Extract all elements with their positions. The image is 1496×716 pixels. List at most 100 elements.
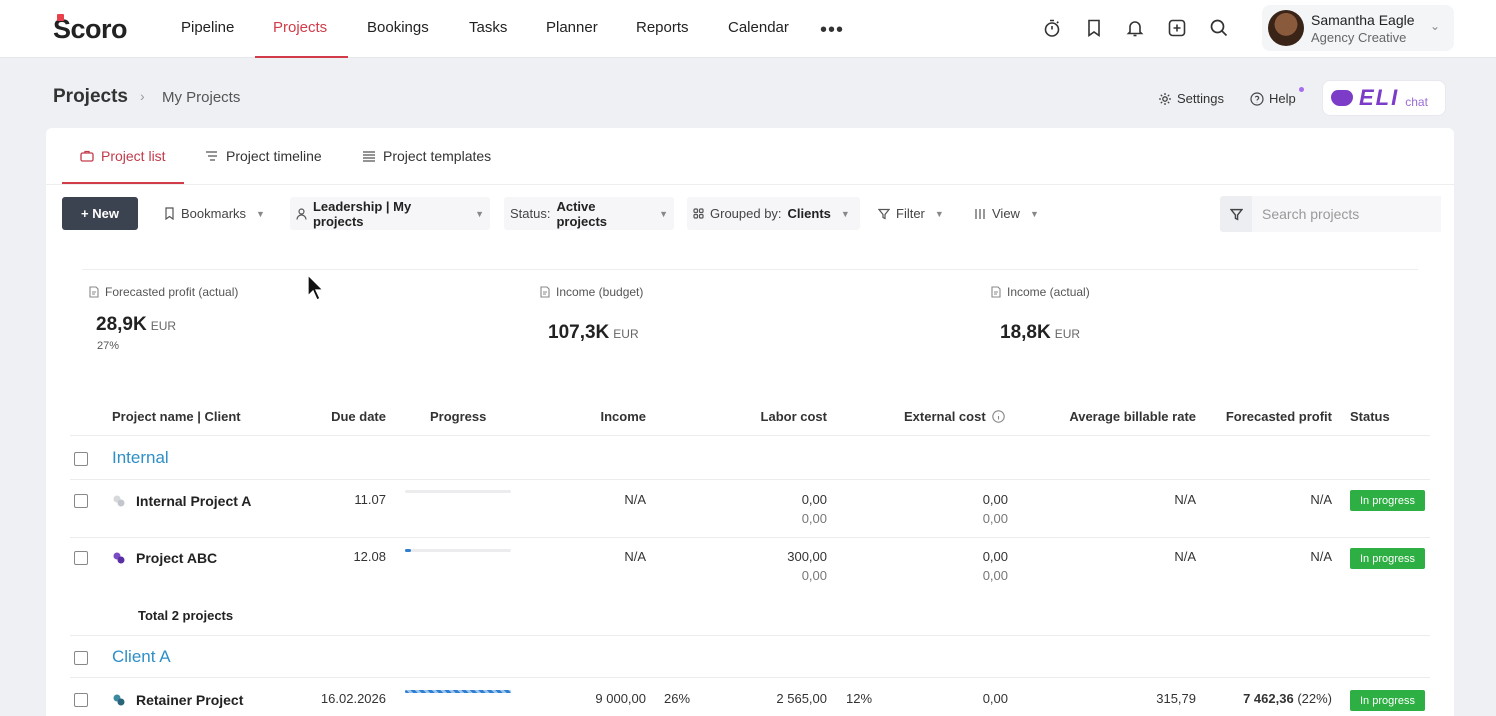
row-divider <box>70 537 1430 538</box>
column-header-due-date[interactable]: Due date <box>286 409 386 424</box>
briefcase-icon <box>80 150 94 162</box>
status-badge[interactable]: In progress <box>1350 490 1425 511</box>
eli-chat-label: chat <box>1405 95 1428 109</box>
project-link[interactable]: Project ABC <box>112 550 217 566</box>
income: 9 000,00 <box>595 691 646 706</box>
bell-icon[interactable] <box>1124 17 1146 39</box>
nav-tasks[interactable]: Tasks <box>469 0 507 58</box>
stat-label-forecasted-profit: Forecasted profit (actual) <box>88 285 238 299</box>
view-dropdown[interactable]: View ▼ <box>968 197 1045 230</box>
column-header-status[interactable]: Status <box>1350 409 1390 424</box>
group-checkbox[interactable] <box>74 651 88 665</box>
stat-unit: EUR <box>613 327 639 341</box>
nav-planner[interactable]: Planner <box>546 0 598 58</box>
scoro-logo[interactable]: Scoro <box>53 14 128 44</box>
new-project-button[interactable]: + New <box>62 197 138 230</box>
user-organization: Agency Creative <box>1311 30 1407 45</box>
group-by-dropdown[interactable]: Grouped by: Clients ▼ <box>687 197 860 230</box>
column-header-progress[interactable]: Progress <box>430 409 486 424</box>
eli-chat-button[interactable]: ELI chat <box>1322 80 1446 116</box>
search-filter-toggle[interactable] <box>1220 196 1252 232</box>
user-icon <box>296 207 307 220</box>
nav-calendar[interactable]: Calendar <box>728 0 789 58</box>
status-filter-dropdown[interactable]: Status: Active projects ▼ <box>504 197 674 230</box>
stat-number: 28,9K <box>96 314 147 335</box>
forecasted-profit: N/A <box>1310 549 1332 564</box>
row-divider <box>70 677 1430 678</box>
external-cost: 0,00 <box>982 492 1008 507</box>
header-divider <box>70 435 1430 436</box>
row-checkbox[interactable] <box>74 693 88 707</box>
labor-cost: 2 565,00 <box>776 691 827 706</box>
column-header-project[interactable]: Project name | Client <box>112 409 241 424</box>
stopwatch-icon[interactable] <box>1041 17 1063 39</box>
bookmark-icon[interactable] <box>1083 17 1105 39</box>
project-purple-icon <box>113 552 125 564</box>
status-badge[interactable]: In progress <box>1350 690 1425 711</box>
group-title-internal[interactable]: Internal <box>112 448 169 468</box>
help-label: Help <box>1269 91 1296 106</box>
due-date: 11.07 <box>354 492 386 507</box>
group-title-client-a[interactable]: Client A <box>112 647 171 667</box>
nav-projects[interactable]: Projects <box>273 0 327 58</box>
forecasted-profit: N/A <box>1310 492 1332 507</box>
filter-dropdown[interactable]: Filter ▼ <box>872 197 950 230</box>
user-menu[interactable]: Samantha Eagle Agency Creative ⌄ <box>1262 5 1454 51</box>
column-header-avg-rate[interactable]: Average billable rate <box>1046 409 1196 424</box>
column-header-income[interactable]: Income <box>546 409 646 424</box>
filter-label: Filter <box>896 206 925 221</box>
progress-bar <box>405 549 511 552</box>
stat-number: 107,3K <box>548 322 610 343</box>
labor-cost-percent: 12% <box>846 691 873 706</box>
status-badge[interactable]: In progress <box>1350 548 1425 569</box>
search-projects-input[interactable] <box>1252 196 1441 232</box>
divider <box>82 269 1418 270</box>
add-square-icon[interactable] <box>1166 17 1188 39</box>
search-icon[interactable] <box>1208 17 1230 39</box>
row-checkbox[interactable] <box>74 551 88 565</box>
tab-project-list[interactable]: Project list <box>80 148 166 164</box>
project-name: Project ABC <box>136 550 218 566</box>
chevron-down-icon: ⌄ <box>1430 19 1441 33</box>
eli-logo-text: ELI <box>1359 85 1400 110</box>
column-header-forecasted-profit[interactable]: Forecasted profit <box>1216 409 1332 424</box>
group-checkbox[interactable] <box>74 452 88 466</box>
status-filter-label: Status: <box>510 206 551 221</box>
caret-down-icon: ▼ <box>475 208 484 219</box>
column-header-labor-cost[interactable]: Labor cost <box>706 409 827 424</box>
project-name: Retainer Project <box>136 692 244 708</box>
project-link[interactable]: Internal Project A <box>112 493 251 509</box>
income: N/A <box>624 549 646 564</box>
page-title[interactable]: Projects <box>53 86 128 108</box>
saved-view-dropdown[interactable]: Leadership | My projects ▼ <box>290 197 490 230</box>
project-link[interactable]: Retainer Project <box>112 692 243 708</box>
caret-down-icon: ▼ <box>840 208 850 219</box>
row-checkbox[interactable] <box>74 494 88 508</box>
stat-sub-percent: 27% <box>97 340 120 352</box>
nav-reports[interactable]: Reports <box>636 0 689 58</box>
nav-bookings[interactable]: Bookings <box>367 0 429 58</box>
profit-percent: (22%) <box>1297 691 1332 706</box>
tab-project-timeline[interactable]: Project timeline <box>205 148 322 164</box>
document-icon <box>991 286 1001 298</box>
due-date: 12.08 <box>353 549 386 564</box>
tab-project-templates[interactable]: Project templates <box>362 148 491 164</box>
help-link[interactable]: Help <box>1250 91 1296 106</box>
column-header-label: External cost <box>904 409 986 424</box>
settings-link[interactable]: Settings <box>1158 91 1224 106</box>
tab-divider <box>46 184 1454 185</box>
caret-down-icon: ▼ <box>256 208 265 219</box>
mouse-cursor-icon <box>307 274 325 301</box>
tab-label: Project timeline <box>226 148 322 164</box>
average-rate: N/A <box>1174 549 1196 564</box>
progress-fill <box>405 690 511 693</box>
column-header-external-cost[interactable]: External cost <box>904 409 1005 424</box>
nav-pipeline[interactable]: Pipeline <box>181 0 234 58</box>
bookmarks-dropdown[interactable]: Bookmarks ▼ <box>158 197 271 230</box>
group-total: Total 2 projects <box>138 608 234 623</box>
timeline-icon <box>206 151 217 161</box>
info-icon[interactable] <box>991 410 1005 423</box>
grid-icon <box>693 208 704 219</box>
settings-label: Settings <box>1177 91 1224 106</box>
more-menu-icon[interactable]: ••• <box>820 19 844 42</box>
